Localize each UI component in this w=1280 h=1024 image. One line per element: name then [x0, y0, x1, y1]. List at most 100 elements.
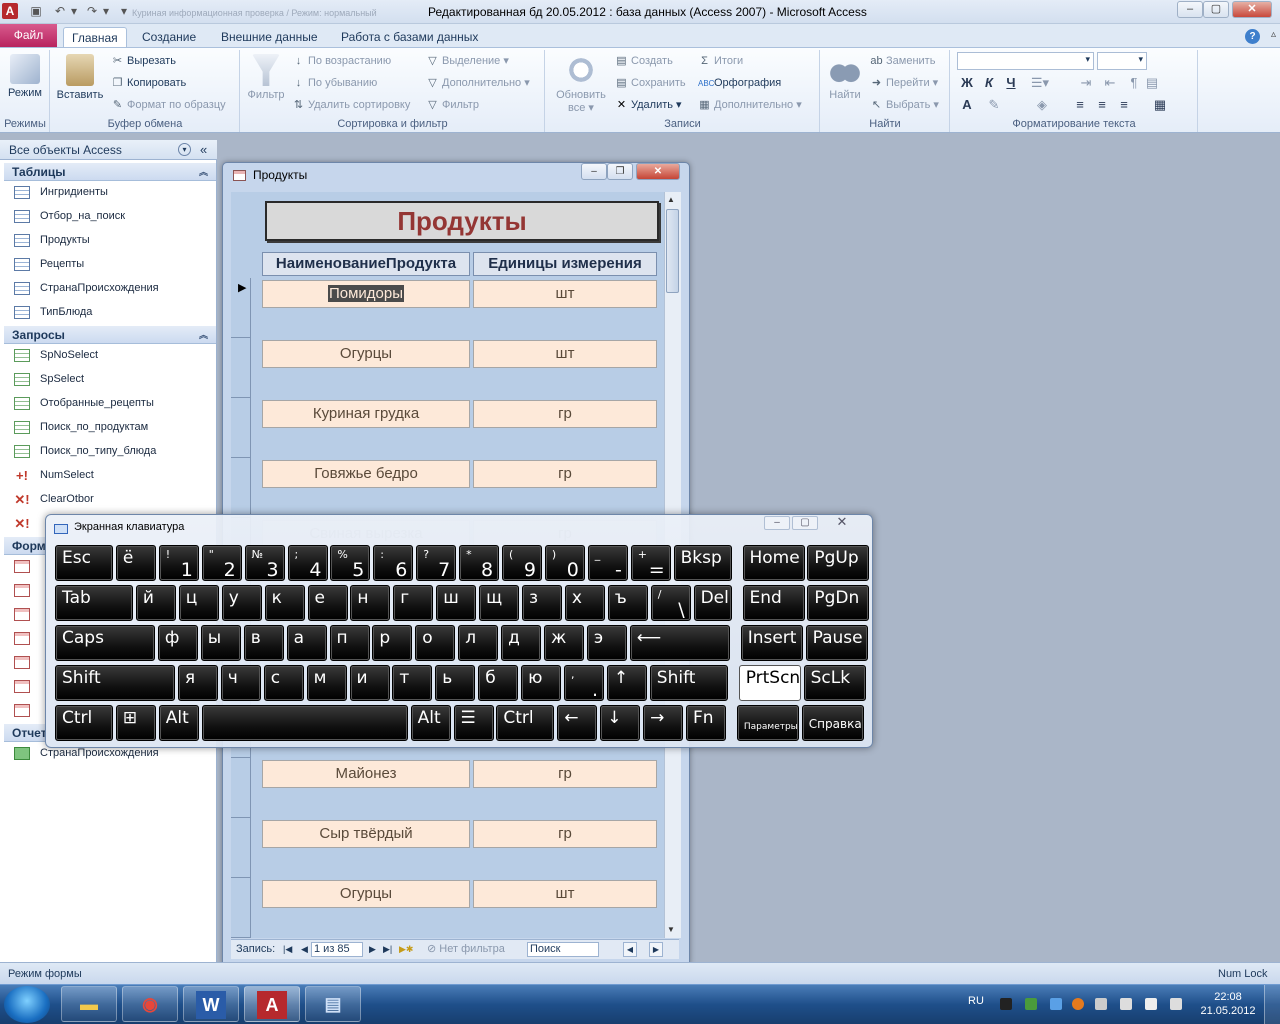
undo-dropdown-icon[interactable]: ▾ [66, 3, 82, 19]
underline-button[interactable]: Ч [1001, 74, 1021, 92]
key[interactable]: ь [435, 665, 476, 701]
new-record-icon[interactable]: ▶✱ [399, 940, 413, 958]
new-record-button[interactable]: ▤ Создать [615, 52, 673, 70]
nav-item-form[interactable] [14, 580, 40, 600]
tab-home[interactable]: Главная [63, 27, 127, 48]
key[interactable]: ScLk [803, 665, 866, 701]
nav-item-table[interactable]: ТипБлюда [14, 302, 92, 322]
key[interactable]: ; 4 [287, 545, 328, 581]
ribbon-minimize-icon[interactable]: ▵ [1271, 29, 1276, 40]
product-name-field[interactable]: Помидоры [262, 280, 470, 308]
paste-button[interactable]: Вставить [54, 54, 106, 102]
key[interactable]: " 2 [201, 545, 242, 581]
italic-button[interactable]: К [979, 74, 999, 92]
nav-item-form[interactable] [14, 556, 40, 576]
shutter-close-icon[interactable]: « [200, 140, 207, 160]
product-name-field[interactable]: Майонез [262, 760, 470, 788]
goto-button[interactable]: ➜ Перейти ▾ [870, 74, 938, 92]
nav-item-query[interactable]: Отобранные_рецепты [14, 393, 154, 413]
hscroll-left-icon[interactable]: ◀ [623, 942, 637, 957]
word-task[interactable]: W [183, 986, 239, 1022]
key[interactable]: ч [220, 665, 261, 701]
osk-task[interactable]: ▤ [305, 986, 361, 1022]
scroll-thumb[interactable] [666, 209, 679, 293]
key[interactable]: / \ [650, 585, 691, 621]
nav-item-query[interactable]: SpNoSelect [14, 345, 98, 365]
nav-item-query[interactable]: SpSelect [14, 369, 84, 389]
font-color-button[interactable]: А [957, 96, 977, 114]
tab-create[interactable]: Создание [134, 27, 204, 48]
unit-field[interactable]: гр [473, 460, 657, 488]
view-button[interactable]: Режим [3, 54, 47, 100]
key[interactable]: о [415, 625, 456, 661]
first-record-icon[interactable]: |◀ [283, 940, 292, 958]
access-task[interactable]: A [244, 986, 300, 1022]
product-name-field[interactable]: Говяжье бедро [262, 460, 470, 488]
key[interactable]: PgUp [807, 545, 870, 581]
next-record-icon[interactable]: ▶ [369, 940, 376, 958]
keyboard-close-button[interactable]: ✕ [822, 515, 862, 530]
tray-network-icon[interactable] [1145, 998, 1157, 1010]
no-filter-button[interactable]: ⊘ Нет фильтра [427, 940, 505, 958]
key[interactable]: _ - [587, 545, 628, 581]
format-painter-button[interactable]: ✎ Формат по образцу [111, 96, 226, 114]
align-left-icon[interactable]: ≡ [1070, 96, 1090, 114]
key[interactable]: в [243, 625, 284, 661]
unit-field[interactable]: шт [473, 340, 657, 368]
tray-power-icon[interactable] [1170, 998, 1182, 1010]
tray-torrent-icon[interactable] [1025, 998, 1037, 1010]
grid-icon[interactable]: ▦ [1150, 96, 1170, 114]
key[interactable]: ! 1 [158, 545, 199, 581]
nav-item-table[interactable]: Отбор_на_поиск [14, 206, 125, 226]
form-close-button[interactable]: ✕ [636, 163, 680, 180]
tray-action-center-icon[interactable] [1120, 998, 1132, 1010]
save-icon[interactable]: ▣ [28, 3, 44, 19]
tab-external-data[interactable]: Внешние данные [213, 27, 326, 48]
nav-item-query-hidden[interactable]: ✕! [14, 513, 40, 533]
clock[interactable]: 22:08 21.05.2012 [1198, 990, 1258, 1018]
highlight-icon[interactable]: ✎ [984, 96, 1004, 114]
nav-item-table[interactable]: Рецепты [14, 254, 84, 274]
scroll-down-icon[interactable]: ▼ [667, 925, 675, 934]
spelling-button[interactable]: ABCОрфография [698, 74, 781, 92]
close-button[interactable]: ✕ [1232, 1, 1272, 18]
indent-icon[interactable]: ⇥ [1076, 74, 1096, 92]
nav-section-tables[interactable]: Таблицы ︽ [4, 163, 216, 181]
product-name-field[interactable]: Куриная грудка [262, 400, 470, 428]
nav-item-form[interactable] [14, 604, 40, 624]
select-button[interactable]: ↖ Выбрать ▾ [870, 96, 939, 114]
nav-item-form[interactable] [14, 628, 40, 648]
paragraph-icon[interactable]: ¶ [1124, 74, 1144, 92]
key[interactable]: щ [479, 585, 520, 621]
nav-pane-header[interactable]: Все объекты Access ▾ « [0, 140, 217, 160]
totals-button[interactable]: Σ Итоги [698, 52, 743, 70]
key[interactable]: ф [157, 625, 198, 661]
key[interactable]: Home [742, 545, 805, 581]
key[interactable]: Справка [801, 705, 864, 741]
access-logo-icon[interactable]: A [2, 3, 18, 19]
key[interactable]: к [264, 585, 305, 621]
nav-section-queries[interactable]: Запросы ︽ [4, 326, 216, 344]
key[interactable]: Параметры [736, 705, 799, 741]
delete-record-button[interactable]: ✕ Удалить ▾ [615, 96, 682, 114]
key[interactable]: а [286, 625, 327, 661]
key[interactable]: PgDn [807, 585, 870, 621]
key[interactable]: → [643, 705, 684, 741]
key[interactable]: д [501, 625, 542, 661]
key[interactable]: й [135, 585, 176, 621]
key[interactable]: с [263, 665, 304, 701]
unit-field[interactable]: гр [473, 820, 657, 848]
key[interactable]: Pause [805, 625, 868, 661]
redo-dropdown-icon[interactable]: ▾ [98, 3, 114, 19]
nav-item-query[interactable]: Поиск_по_продуктам [14, 417, 148, 437]
record-selector[interactable] [231, 458, 251, 518]
minimize-button[interactable]: – [1177, 1, 1203, 18]
key[interactable]: у [221, 585, 262, 621]
nav-item-table[interactable]: Ингридиенты [14, 182, 108, 202]
nav-item-query[interactable]: Поиск_по_типу_блюда [14, 441, 156, 461]
font-name-combo[interactable]: ▾ [957, 52, 1094, 70]
nav-item-table[interactable]: СтранаПроисхождения [14, 278, 159, 298]
key[interactable]: ж [544, 625, 584, 661]
explorer-task[interactable]: ▬ [61, 986, 117, 1022]
scroll-up-icon[interactable]: ▲ [667, 195, 675, 204]
